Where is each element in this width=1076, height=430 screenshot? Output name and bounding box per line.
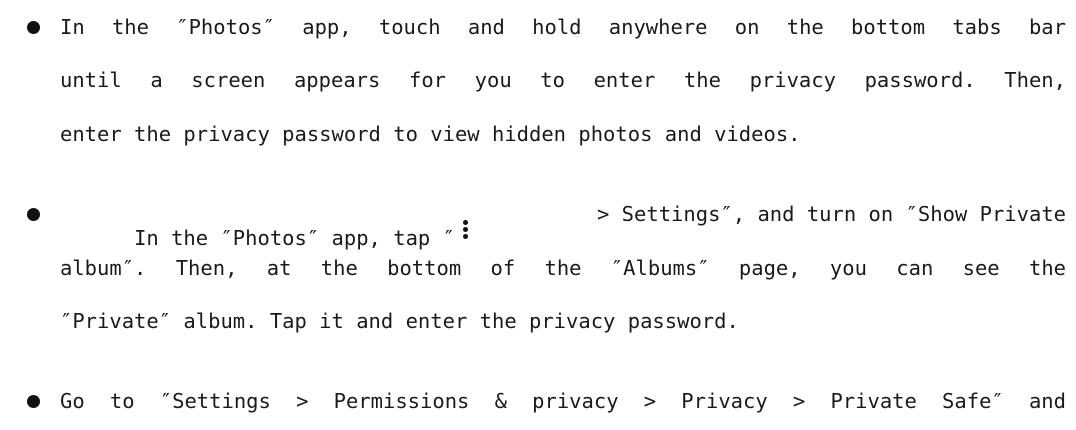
bullet-icon <box>27 21 40 34</box>
item-2-line-2: album″. Then, at the bottom of the ″Albu… <box>60 256 1066 280</box>
item-1-line-1: In the ″Photos″ app, touch and hold anyw… <box>60 15 1066 39</box>
item-3-line-1: Go to ″Settings > Permissions & privacy … <box>60 389 1066 413</box>
more-vertical-icon <box>455 220 477 250</box>
item-1-line-3: enter the privacy password to view hidde… <box>60 122 801 146</box>
bullet-icon <box>27 395 40 408</box>
item-1-line-2: until a screen appears for you to enter … <box>60 68 1066 92</box>
item-2-line-1-end: > Settings″, and turn on ″Show Private <box>597 202 1066 226</box>
item-2-line-3: ″Private″ album. Tap it and enter the pr… <box>60 309 739 333</box>
bullet-icon <box>27 208 40 221</box>
item-2-line-1-start: In the ″Photos″ app, tap ″ <box>134 226 455 250</box>
